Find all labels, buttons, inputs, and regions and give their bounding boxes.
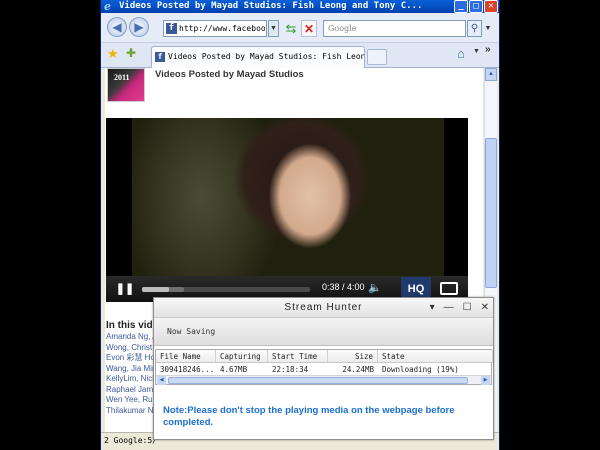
maximize-button[interactable]: □ — [469, 0, 483, 13]
horizontal-scrollbar[interactable]: ◀ ▶ — [156, 375, 491, 385]
tab-videos[interactable]: f Videos Posted by Mayad Studios: Fish L… — [151, 46, 365, 68]
video-frame[interactable] — [132, 118, 444, 276]
stop-button[interactable]: ✕ — [301, 20, 317, 37]
video-player[interactable]: ❚❚ 0:38 / 4:00 🔈 HQ — [106, 118, 468, 302]
address-dropdown-button[interactable]: ▼ — [268, 20, 279, 37]
scroll-right-icon[interactable]: ▶ — [481, 376, 490, 385]
close-button[interactable]: ✕ — [481, 298, 489, 318]
scroll-up-icon[interactable]: ▲ — [485, 68, 497, 81]
search-icon[interactable]: ⚲ — [467, 20, 482, 37]
tag-link[interactable]: Wang, Jia Min — [106, 364, 158, 375]
forward-button[interactable]: ▶ — [129, 17, 149, 37]
tag-link[interactable]: Raphael Jamil — [106, 385, 158, 396]
window-titlebar: e Videos Posted by Mayad Studios: Fish L… — [101, 0, 499, 13]
tag-link[interactable]: Wen Yee, Rui — [106, 395, 158, 406]
search-dropdown-button[interactable]: ▼ — [483, 20, 493, 37]
scroll-left-icon[interactable]: ◀ — [157, 376, 166, 385]
minimize-button[interactable]: — — [444, 298, 454, 318]
seek-bar[interactable] — [142, 287, 310, 292]
back-button[interactable]: ◀ — [107, 17, 127, 37]
more-tools-chevron-icon[interactable]: » — [485, 44, 491, 55]
menu-dropdown-icon[interactable]: ▾ — [430, 298, 435, 318]
stream-hunter-title: Stream Hunter — [284, 302, 363, 313]
tag-link[interactable]: Amanda Ng, A — [106, 332, 158, 343]
column-header[interactable]: State — [378, 350, 493, 363]
minimize-button[interactable]: _ — [454, 0, 468, 13]
now-saving-label: Now Saving — [167, 327, 216, 336]
now-saving-bar: Now Saving — [154, 318, 493, 346]
search-placeholder: Google — [328, 24, 357, 33]
column-header[interactable]: Start Time — [268, 350, 328, 363]
avatar-text: 2011 — [114, 73, 130, 82]
home-icon[interactable]: ⌂ — [457, 46, 465, 61]
page-title[interactable]: Videos Posted by Mayad Studios — [155, 69, 304, 80]
time-display: 0:38 / 4:00 — [322, 282, 365, 292]
new-tab-button[interactable] — [367, 49, 387, 65]
scrollbar-thumb[interactable] — [168, 377, 468, 384]
note-text: Note:Please don't stop the playing media… — [163, 405, 455, 428]
stream-hunter-titlebar: Stream Hunter ▾ — ☐ ✕ — [154, 298, 493, 318]
address-text: http://www.facebook. — [179, 24, 267, 33]
tag-link[interactable]: Wong, Christ — [106, 343, 158, 354]
tagged-people-list: Amanda Ng, A Wong, Christ Evon 彩慧 Ho Wan… — [106, 332, 158, 416]
seek-played — [142, 287, 169, 292]
tag-link[interactable]: Evon 彩慧 Ho — [106, 353, 158, 364]
window-title: Videos Posted by Mayad Studios: Fish Leo… — [119, 1, 423, 11]
capture-table: File Name Capturing Start Time Size Stat… — [155, 349, 493, 385]
volume-icon[interactable]: 🔈 — [368, 281, 382, 294]
address-bar[interactable]: f http://www.facebook. — [163, 20, 267, 37]
facebook-favicon-icon: f — [166, 23, 177, 34]
scrollbar-thumb[interactable] — [485, 138, 497, 288]
facebook-favicon-icon: f — [155, 52, 165, 62]
avatar[interactable]: 2011 — [107, 68, 145, 102]
search-input[interactable]: Google — [323, 20, 466, 37]
ie-logo-icon: e — [104, 0, 111, 13]
column-header[interactable]: File Name — [156, 350, 216, 363]
tab-bar: ★ ✚ f Videos Posted by Mayad Studios: Fi… — [101, 43, 499, 68]
navigation-bar: ◀ ▶ f http://www.facebook. ▼ ⇆ ✕ Google … — [101, 13, 499, 43]
fullscreen-icon[interactable] — [440, 282, 458, 295]
refresh-button[interactable]: ⇆ — [283, 20, 299, 37]
column-header[interactable]: Size — [328, 350, 378, 363]
add-favorite-icon[interactable]: ✚ — [126, 46, 136, 60]
favorites-star-icon[interactable]: ★ — [107, 46, 119, 62]
tag-link[interactable]: KellyLim, Nich — [106, 374, 158, 385]
column-header[interactable]: Capturing — [216, 350, 268, 363]
tab-title: Videos Posted by Mayad Studios: Fish Leo… — [168, 52, 365, 61]
home-dropdown-button[interactable]: ▼ — [473, 48, 480, 55]
pause-button[interactable]: ❚❚ — [112, 280, 138, 298]
stream-hunter-window: Stream Hunter ▾ — ☐ ✕ Now Saving File Na… — [153, 297, 494, 440]
maximize-button[interactable]: ☐ — [463, 298, 472, 318]
tag-link[interactable]: Thilakumar Na — [106, 406, 158, 417]
close-window-button[interactable]: ✕ — [484, 0, 498, 13]
